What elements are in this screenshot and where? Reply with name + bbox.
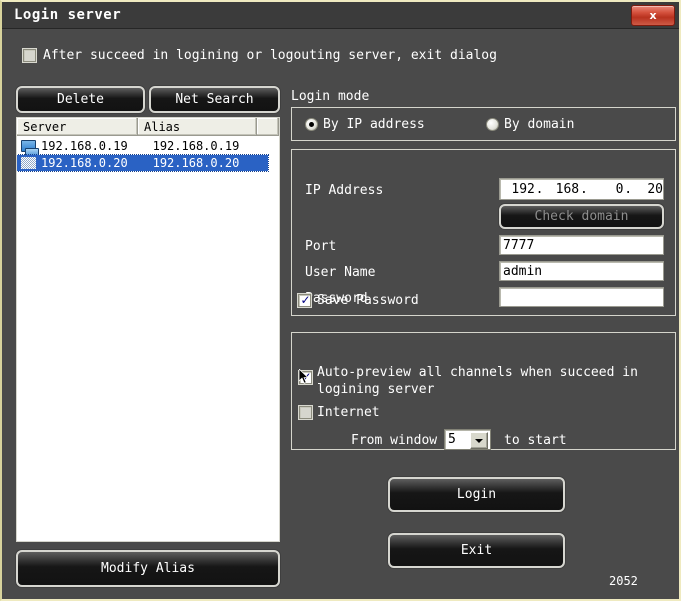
column-header-alias[interactable]: Alias (138, 118, 257, 136)
login-mode-group-label: Login mode (291, 89, 370, 104)
server-list[interactable]: Server Alias 192.168.0.19 192.168.0.19 1… (16, 117, 280, 542)
version-label: 2052 (609, 574, 638, 588)
ip-separator: . (624, 181, 633, 197)
login-button-label: Login (456, 487, 497, 502)
checkmark-icon: ✓ (301, 370, 312, 384)
user-name-input[interactable]: admin (499, 261, 664, 281)
net-search-button-label: Net Search (175, 92, 254, 107)
table-row[interactable]: 192.168.0.20 192.168.0.20 (17, 154, 279, 172)
computer-icon-selected (21, 156, 37, 170)
radio-by-ip-address[interactable] (305, 118, 318, 131)
ip-octet-2[interactable]: 168 (544, 182, 579, 197)
exit-dialog-label: After succeed in logining or logouting s… (43, 48, 497, 63)
column-header-extra[interactable] (257, 118, 279, 136)
exit-button-label: Exit (460, 543, 493, 558)
check-domain-button[interactable]: Check domain (499, 204, 664, 229)
ip-address-label: IP Address (305, 183, 384, 198)
auto-preview-label: Auto-preview all channels when succeed i… (317, 365, 638, 397)
ip-separator: . (535, 181, 544, 197)
table-row-content: 192.168.0.20 192.168.0.20 (17, 154, 269, 172)
table-row[interactable]: 192.168.0.19 192.168.0.19 (17, 138, 279, 157)
dialog-body: After succeed in logining or logouting s… (2, 29, 679, 599)
cell-server: 192.168.0.19 (41, 139, 128, 153)
exit-button[interactable]: Exit (388, 533, 565, 568)
delete-button[interactable]: Delete (16, 86, 145, 113)
radio-by-ip-address-label: By IP address (323, 117, 425, 132)
chevron-down-icon[interactable] (470, 432, 488, 449)
preview-group: ✓ Auto-preview all channels when succeed… (291, 332, 676, 450)
window-title: Login server (14, 7, 122, 23)
cell-server: 192.168.0.20 (41, 156, 128, 170)
window-select[interactable]: 5 (444, 429, 491, 450)
password-input[interactable] (499, 287, 664, 307)
checkmark-icon: ✓ (300, 293, 311, 307)
window-select-value: 5 (448, 432, 456, 447)
ip-separator: . (579, 181, 588, 197)
port-label: Port (305, 239, 337, 254)
modify-alias-button[interactable]: Modify Alias (16, 550, 280, 587)
ip-octet-4[interactable]: 20 (633, 182, 663, 197)
ip-octet-3[interactable]: 0 (589, 182, 624, 197)
ip-address-input[interactable]: 192 . 168 . 0 . 20 (499, 178, 664, 200)
login-mode-group: By IP address By domain (291, 107, 676, 141)
login-server-window: Login server x After succeed in logining… (0, 0, 681, 601)
save-password-checkbox[interactable]: ✓ (298, 294, 311, 307)
table-row-content: 192.168.0.19 192.168.0.19 (17, 138, 268, 157)
port-input[interactable]: 7777 (499, 235, 664, 255)
from-window-label: From window (351, 433, 438, 448)
column-header-server[interactable]: Server (17, 118, 138, 136)
exit-dialog-checkbox[interactable] (23, 49, 36, 62)
radio-by-domain[interactable] (486, 118, 499, 131)
internet-checkbox[interactable] (299, 406, 312, 419)
connection-group: IP Address 192 . 168 . 0 . 20 Check doma… (291, 149, 676, 316)
cell-alias: 192.168.0.19 (152, 139, 240, 153)
user-name-label: User Name (305, 265, 376, 280)
computer-icon (21, 139, 39, 157)
radio-by-domain-label: By domain (504, 117, 575, 132)
auto-preview-checkbox[interactable]: ✓ (299, 371, 312, 384)
modify-alias-button-label: Modify Alias (101, 561, 195, 576)
server-list-header: Server Alias (17, 118, 279, 136)
save-password-label: Save Password (317, 293, 419, 308)
delete-button-label: Delete (57, 92, 104, 107)
net-search-button[interactable]: Net Search (149, 86, 280, 113)
ip-octet-1[interactable]: 192 (500, 182, 534, 197)
login-button[interactable]: Login (388, 477, 565, 512)
internet-label: Internet (317, 405, 380, 420)
to-start-label: to start (504, 433, 567, 448)
check-domain-button-label: Check domain (534, 209, 629, 224)
close-icon[interactable]: x (631, 5, 675, 26)
cell-alias: 192.168.0.20 (152, 156, 240, 170)
title-bar: Login server x (2, 2, 679, 29)
